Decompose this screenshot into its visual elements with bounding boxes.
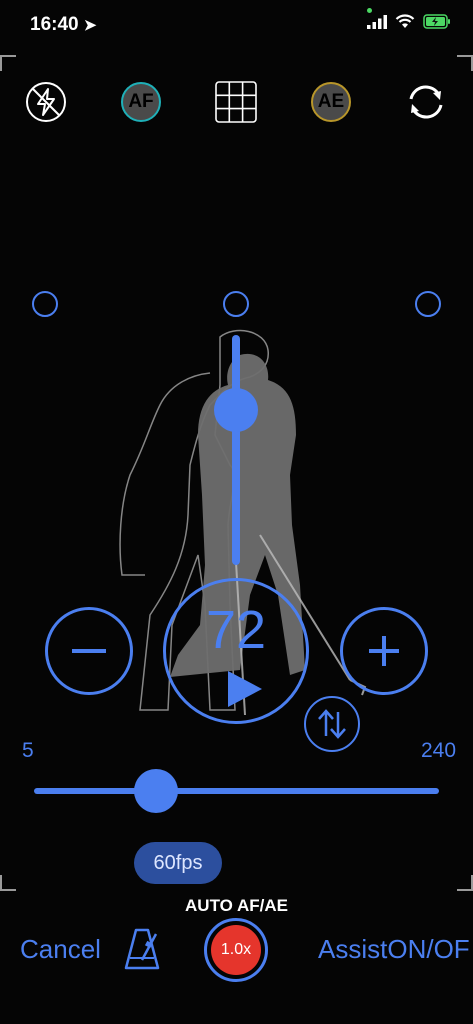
status-time: 16:40 ➤ [30,14,96,36]
swap-direction-button[interactable] [304,696,360,752]
metronome-icon [124,928,160,970]
speed-play-button[interactable]: 72 [163,578,309,724]
front-camera-dot [367,8,372,13]
guide-point-right[interactable] [415,291,441,317]
fps-label: 60fps [153,851,203,874]
grid-icon [215,81,257,123]
vertical-slider-thumb[interactable] [214,388,258,432]
camera-switch-icon [409,85,443,119]
swap-arrows-icon [318,709,346,739]
status-time-text: 16:40 [30,14,79,35]
speed-slider-thumb[interactable] [133,769,178,813]
plus-icon [369,636,399,666]
assist-toggle-button[interactable]: AssistON/OF [318,934,470,965]
ae-badge: AE [311,82,351,122]
metronome-button[interactable] [122,928,162,972]
cancel-button[interactable]: Cancel [20,934,101,965]
switch-camera-button[interactable] [404,80,448,124]
flash-off-icon [26,82,66,122]
frame-corner-bottom-right [457,875,473,891]
frame-corner-bottom-left [0,875,16,891]
play-icon [228,671,262,707]
range-max-label: 240 [421,739,457,762]
flash-off-button[interactable] [24,80,68,124]
guide-point-center[interactable] [223,291,249,317]
vertical-slider-track[interactable] [232,335,240,565]
decrease-speed-button[interactable] [45,607,133,695]
zoom-label: 1.0x [220,941,252,958]
record-inner: 1.0x [211,925,261,975]
increase-speed-button[interactable] [340,607,428,695]
frame-corner-top-left [0,55,16,71]
af-ae-mode-label: AUTO AF/AE [185,896,288,915]
status-indicators [367,14,451,29]
cellular-signal-icon [367,14,387,29]
frame-corner-top-right [457,55,473,71]
grid-toggle-button[interactable] [214,80,258,124]
af-label: AF [128,91,154,112]
af-badge: AF [121,82,161,122]
speed-slider-track[interactable] [34,769,439,813]
location-arrow-icon: ➤ [83,17,97,34]
ae-label: AE [317,91,345,112]
guide-point-left[interactable] [32,291,58,317]
record-zoom-button[interactable]: 1.0x [204,918,268,982]
ae-toggle-button[interactable]: AE [309,80,353,124]
af-toggle-button[interactable]: AF [119,80,163,124]
range-min-label: 5 [22,739,34,762]
wifi-icon [395,14,415,28]
speed-value: 72 [205,600,267,660]
minus-icon [72,649,106,653]
fps-selector[interactable]: 60fps [134,842,222,884]
battery-charging-icon [423,14,450,29]
